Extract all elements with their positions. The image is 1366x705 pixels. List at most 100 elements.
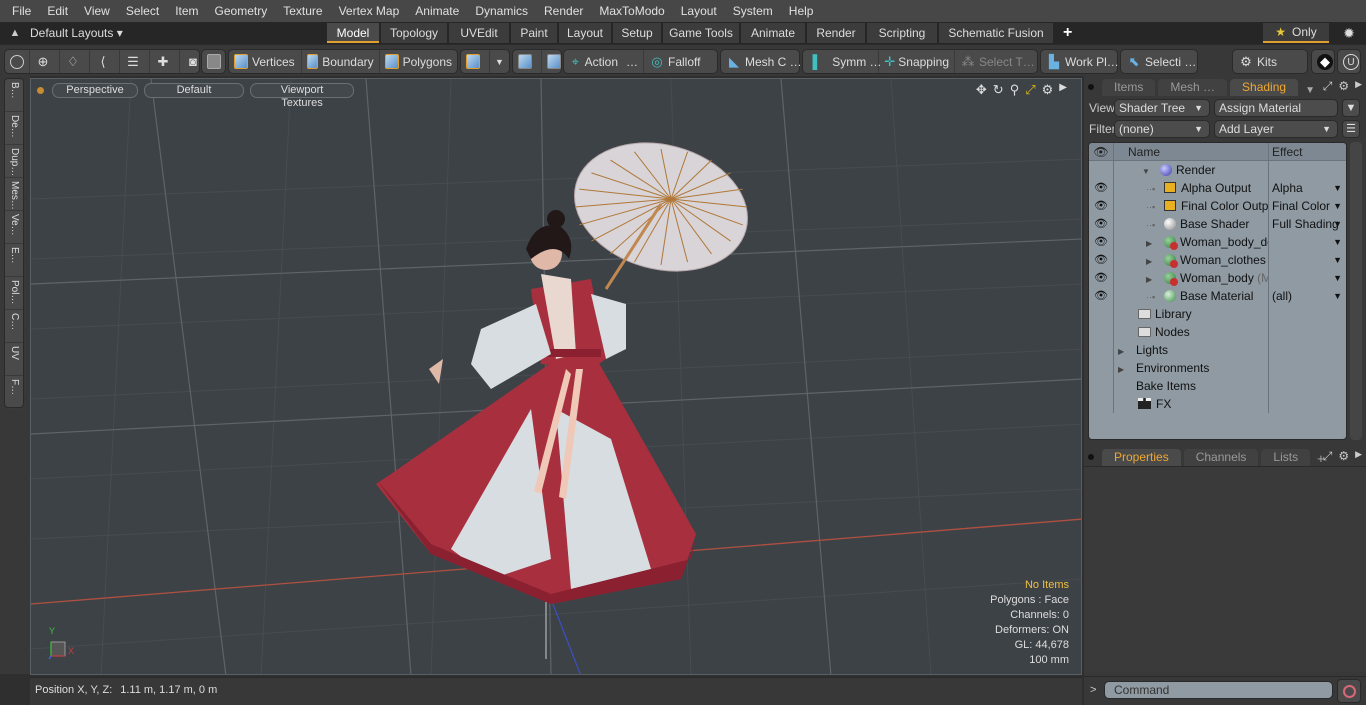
layers-button[interactable]: ☰ <box>120 50 150 73</box>
3d-viewport[interactable]: Perspective Default Viewport Textures ✥ … <box>30 78 1082 675</box>
unreal-button[interactable]: U <box>1338 50 1366 73</box>
viewport-status-dot[interactable] <box>37 86 44 94</box>
tab-uvedit[interactable]: UVEdit <box>449 23 509 43</box>
expand-toggle-icon[interactable]: ▶ <box>1146 271 1164 287</box>
left-tab-1[interactable]: De… <box>5 112 23 145</box>
panel-gear-icon[interactable]: ⚙ <box>1338 449 1349 464</box>
list-options-button[interactable]: ☰ <box>1342 120 1360 138</box>
menu-vertex-map[interactable]: Vertex Map <box>331 0 408 22</box>
menu-item[interactable]: Item <box>167 0 206 22</box>
row-effect-cell[interactable]: Full Shading ▼ <box>1269 215 1346 233</box>
globe-button[interactable]: ⊕ <box>30 50 60 73</box>
command-input[interactable]: Command <box>1104 681 1333 699</box>
vertices-button[interactable]: Vertices <box>229 50 302 73</box>
panel-tab-channels[interactable]: Channels <box>1183 449 1259 466</box>
menu-view[interactable]: View <box>76 0 118 22</box>
viewport-textures-dropdown[interactable]: Viewport Textures <box>250 82 354 109</box>
expand-toggle-icon[interactable]: ▼ <box>1142 163 1160 179</box>
tab-game-tools[interactable]: Game Tools <box>663 23 739 43</box>
shader-tree-row[interactable]: 👁 ··▪ Base Shader Full Shading ▼ <box>1089 215 1346 233</box>
shader-tree-row[interactable]: 👁 ▶ Woman_body_de … ▼ <box>1089 233 1346 251</box>
visibility-eye-icon[interactable]: 👁 <box>1089 269 1114 287</box>
expand-toggle-icon[interactable]: ▶ <box>1118 361 1136 377</box>
row-effect-cell[interactable]: Alpha ▼ <box>1269 179 1346 197</box>
work-plane-button[interactable]: ▙ Work Pl… <box>1041 50 1124 73</box>
pen-button[interactable]: ♢ <box>60 50 90 73</box>
tab-render[interactable]: Render <box>807 23 865 43</box>
menu-edit[interactable]: Edit <box>39 0 76 22</box>
left-tab-9[interactable]: F… <box>5 376 23 409</box>
perspective-dropdown[interactable]: Perspective <box>52 82 138 98</box>
symmetry-button[interactable]: ▐ Symm … <box>803 50 882 73</box>
tab-layout[interactable]: Layout <box>559 23 611 43</box>
shader-tree-row[interactable]: Bake Items <box>1089 377 1346 395</box>
shader-tree-row[interactable]: Nodes <box>1089 323 1346 341</box>
menu-file[interactable]: File <box>4 0 39 22</box>
add-tab-button[interactable]: + <box>1055 24 1080 42</box>
tab-topology[interactable]: Topology <box>381 23 447 43</box>
assign-material-button[interactable]: Assign Material <box>1214 99 1338 117</box>
visibility-eye-icon[interactable]: 👁 <box>1089 179 1114 197</box>
snapping-button[interactable]: ✛ Snapping <box>879 50 955 73</box>
mesh-constraint-button[interactable]: ◣ Mesh C … <box>721 50 807 73</box>
panel-tab-items[interactable]: Items <box>1102 79 1156 96</box>
tab-schematic-fusion[interactable]: Schematic Fusion <box>939 23 1053 43</box>
shader-tree-row[interactable]: ▼ Render <box>1089 161 1346 179</box>
visibility-eye-icon[interactable]: 👁 <box>1089 215 1114 233</box>
zoom-icon[interactable]: ⚲ <box>1010 82 1020 98</box>
menu-maxtomodo[interactable]: MaxToModo <box>591 0 672 22</box>
row-effect-cell[interactable]: ▼ <box>1269 269 1346 287</box>
panel-arrow-icon[interactable]: ▶ <box>1355 449 1362 464</box>
shader-tree-row[interactable]: 👁 ··▪ Base Material (all) ▼ <box>1089 287 1346 305</box>
shader-tree-row[interactable]: 👁 ▶ Woman_body (M … ▼ <box>1089 269 1346 287</box>
expand-icon[interactable]: ⤢ <box>1323 79 1333 94</box>
pan-icon[interactable]: ✥ <box>976 82 987 98</box>
filter-dropdown[interactable]: (none) ▼ <box>1114 120 1210 138</box>
shader-tree-row[interactable]: ▶ Environments <box>1089 359 1346 377</box>
tab-model[interactable]: Model <box>327 23 379 43</box>
expand-arrow-icon[interactable]: ▶ <box>1059 82 1067 98</box>
selection-sets-button[interactable]: ⬉ Selecti … <box>1121 50 1201 73</box>
menu-system[interactable]: System <box>725 0 781 22</box>
visibility-eye-icon[interactable]: 👁 <box>1089 251 1114 269</box>
expand-icon[interactable]: ⤢ <box>1323 449 1333 464</box>
visibility-eye-icon[interactable]: 👁 <box>1089 233 1114 251</box>
shading-style-dropdown[interactable]: Default <box>144 82 244 98</box>
menu-select[interactable]: Select <box>118 0 167 22</box>
panel-tab-lists[interactable]: Lists <box>1261 449 1311 466</box>
item-mode-button[interactable] <box>202 50 230 73</box>
falloff-button[interactable]: ◎ Falloff <box>644 50 705 73</box>
left-tab-2[interactable]: Dup… <box>5 145 23 178</box>
tab-scripting[interactable]: Scripting <box>867 23 937 43</box>
row-effect-cell[interactable]: ▼ <box>1269 233 1346 251</box>
shader-tree-row[interactable]: 👁▶Woman_clothes ( …▼ <box>1089 251 1346 269</box>
menu-geometry[interactable]: Geometry <box>207 0 276 22</box>
view-dropdown[interactable]: Shader Tree ▼ <box>1114 99 1210 117</box>
expand-toggle-icon[interactable]: ▶ <box>1146 235 1164 251</box>
shader-tree-row[interactable]: 👁 ··▪ Alpha Output Alpha ▼ <box>1089 179 1346 197</box>
shader-tree-row[interactable]: ▶ Lights <box>1089 341 1346 359</box>
panel-gear-icon[interactable]: ⚙ <box>1338 79 1349 94</box>
viewport-gear-icon[interactable]: ⚙ <box>1042 82 1054 98</box>
collapse-up-icon[interactable]: ▲ <box>0 27 30 39</box>
menu-animate[interactable]: Animate <box>407 0 467 22</box>
select-circle-button[interactable] <box>5 50 30 73</box>
left-tab-4[interactable]: Ve… <box>5 211 23 244</box>
left-tab-7[interactable]: C… <box>5 310 23 343</box>
command-record-button[interactable] <box>1337 679 1361 703</box>
only-toggle[interactable]: ★ Only <box>1263 23 1329 43</box>
menu-layout[interactable]: Layout <box>673 0 725 22</box>
kits-button[interactable]: ⚙ Kits <box>1233 50 1282 73</box>
left-tab-8[interactable]: UV <box>5 343 23 376</box>
select-through-button[interactable]: ⁂ Select T… <box>955 50 1040 73</box>
visibility-eye-icon[interactable]: 👁 <box>1089 287 1114 305</box>
panel-tab-properties[interactable]: Properties <box>1102 449 1181 466</box>
menu-texture[interactable]: Texture <box>275 0 330 22</box>
expand-toggle-icon[interactable]: ▶ <box>1146 253 1164 269</box>
panel-tab-mesh[interactable]: Mesh … <box>1158 79 1228 96</box>
material-dropdown[interactable]: ▼ <box>490 50 509 73</box>
shader-tree-row[interactable]: 👁 ··▪ Final Color Output Final Color ▼ <box>1089 197 1346 215</box>
shader-tree-scrollbar[interactable] <box>1350 142 1362 440</box>
visibility-column-icon[interactable]: 👁 <box>1089 143 1114 160</box>
menu-dynamics[interactable]: Dynamics <box>467 0 536 22</box>
